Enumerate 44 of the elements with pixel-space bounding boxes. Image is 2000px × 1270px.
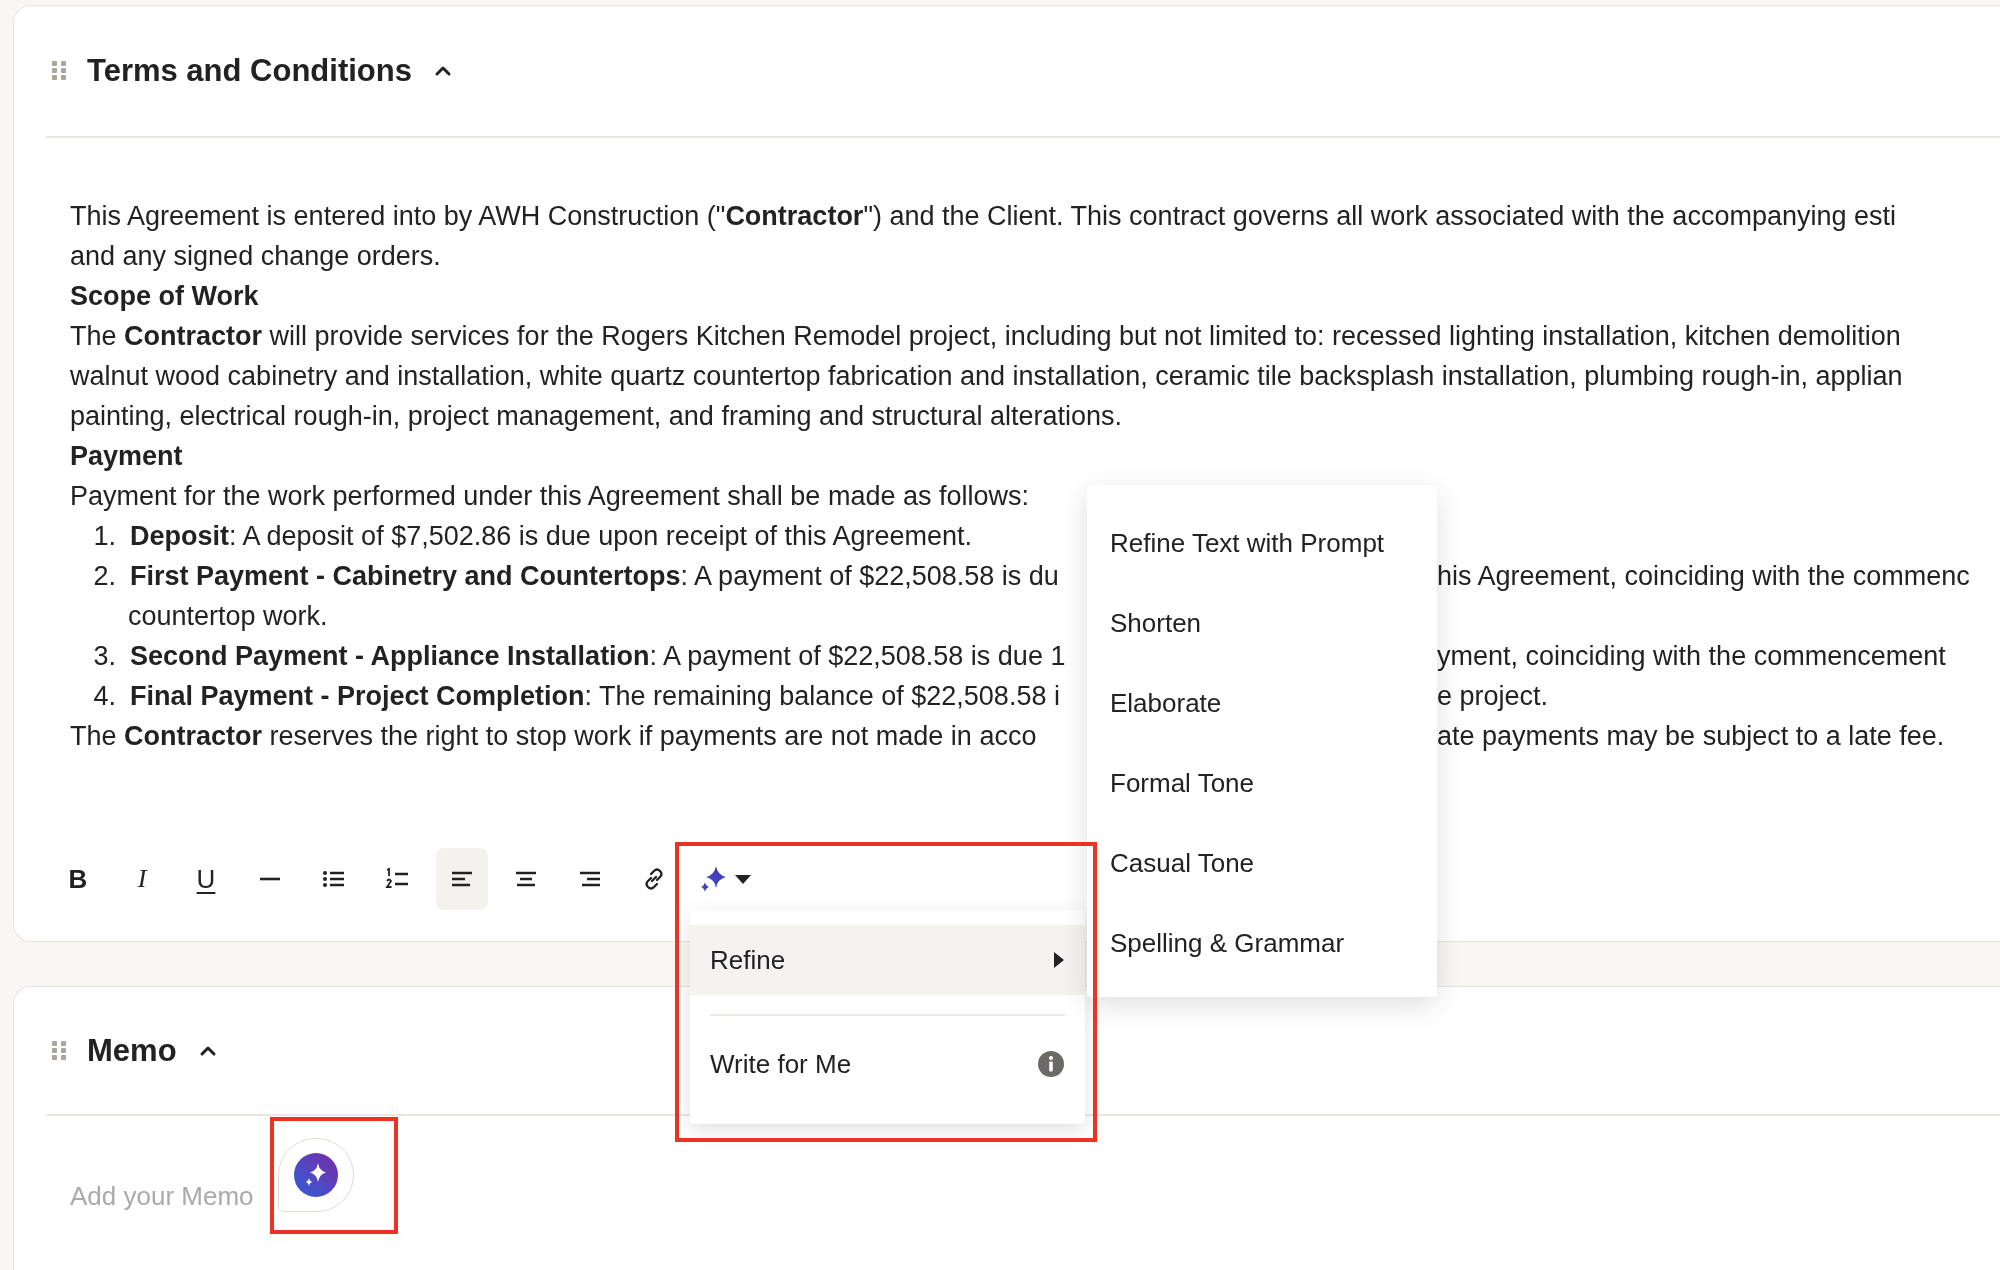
sparkle-icon xyxy=(294,1153,338,1197)
paragraph-line: The Contractor reserves the right to stop work if payments are not made in acco xyxy=(70,720,1038,753)
menu-item[interactable]: Refine xyxy=(690,925,1085,995)
italic-button[interactable]: I xyxy=(116,848,168,910)
paragraph-line: his Agreement, coinciding with the commenc xyxy=(1437,560,1971,593)
list-number: 4. xyxy=(92,680,117,713)
section-title: Memo xyxy=(87,1032,177,1069)
paragraph-line: e project. xyxy=(1437,680,1550,713)
drag-handle-icon[interactable] xyxy=(51,60,67,82)
menu-item[interactable]: Shorten xyxy=(1087,583,1437,663)
info-icon[interactable] xyxy=(1037,1050,1065,1078)
paragraph-line: Payment for the work performed under this Agreement shall be made as follows: xyxy=(70,481,1029,511)
paragraph-line: walnut wood cabinetry and installation, white quartz countertop fabrication and installation, ceramic tile backsplash installation, plumbing rough-in, applian xyxy=(70,361,1903,391)
list-item-text: countertop work. xyxy=(127,601,328,631)
menu-item[interactable]: Casual Tone xyxy=(1087,823,1437,903)
list-item-text: Final Payment - Project Completion: The remaining balance of $22,508.58 i xyxy=(130,680,1060,713)
subheading: Scope of Work xyxy=(70,281,259,311)
caret-icon xyxy=(734,873,752,885)
submenu-arrow-icon xyxy=(1053,951,1065,969)
memo-field[interactable]: Add your Memo xyxy=(70,1176,266,1216)
list-number: 1. xyxy=(92,520,117,553)
paragraph-line: ate payments may be subject to a late fee. xyxy=(1437,720,1946,753)
section-title: Terms and Conditions xyxy=(87,53,412,89)
paragraph-line: and any signed change orders. xyxy=(70,241,441,271)
menu-item[interactable]: Formal Tone xyxy=(1087,743,1437,823)
menu-item[interactable]: Write for Me xyxy=(690,1016,1085,1112)
paragraph-line: painting, electrical rough-in, project management, and framing and structural alterations. xyxy=(70,401,1123,431)
paragraph-line: This Agreement is entered into by AWH Construction ("Contractor") and the Client. This contract governs all work associated with the accompanying esti xyxy=(70,201,1896,231)
list-item-text: First Payment - Cabinetry and Countertops: A payment of $22,508.58 is du xyxy=(130,560,1059,593)
paragraph-line: yment, coinciding with the commencement xyxy=(1437,640,1947,673)
menu-item[interactable]: Refine Text with Prompt xyxy=(1087,503,1437,583)
menu-item[interactable]: Spelling & Grammar xyxy=(1087,903,1437,983)
menu-item[interactable]: Elaborate xyxy=(1087,663,1437,743)
list-item-text: Second Payment - Appliance Installation: A payment of $22,508.58 is due 1 xyxy=(130,640,1066,673)
list-number: 2. xyxy=(92,560,117,593)
list-number: 3. xyxy=(92,640,117,673)
paragraph-line: The Contractor will provide services for the Rogers Kitchen Remodel project, including but not limited to: recessed lighting installation, kitchen demolition xyxy=(70,321,1901,351)
drag-handle-icon[interactable] xyxy=(51,1039,67,1062)
subheading: Payment xyxy=(70,441,183,471)
align-left-button[interactable] xyxy=(436,848,488,910)
underline-button[interactable]: U xyxy=(180,848,232,910)
bold-button[interactable]: B xyxy=(52,848,104,910)
list-item-text: Deposit: A deposit of $7,502.86 is due upon receipt of this Agreement. xyxy=(130,520,973,553)
horizontal-rule-icon xyxy=(260,877,280,881)
